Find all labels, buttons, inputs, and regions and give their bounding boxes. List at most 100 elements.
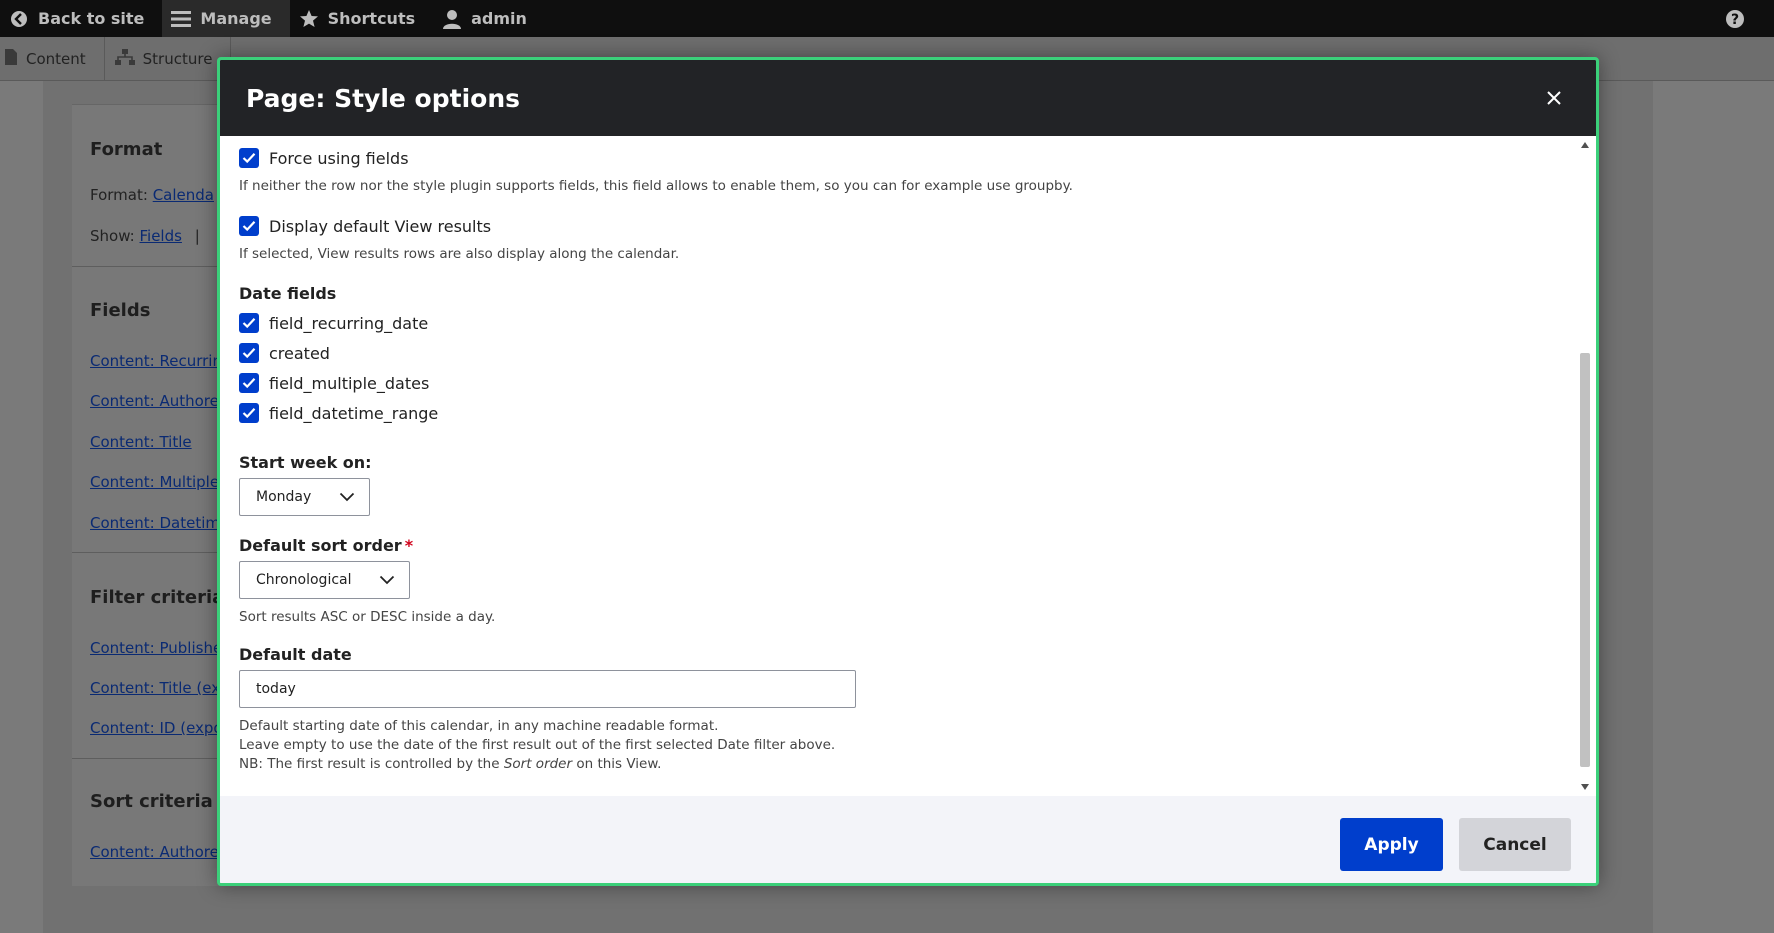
bg-field-link[interactable]: Content: Authore <box>90 392 219 410</box>
bg-filter-title: Filter criteria <box>90 587 225 608</box>
manage-label: Manage <box>200 9 272 28</box>
bg-filter-link[interactable]: Content: Title (ex <box>90 679 220 697</box>
bg-format-label: Format: <box>90 186 148 204</box>
bg-format-row: Format: Calenda <box>90 186 214 204</box>
style-options-dialog: Page: Style options Force using fields I… <box>217 57 1599 886</box>
dialog-footer: Apply Cancel <box>220 796 1596 883</box>
default-date-desc-line: Default starting date of this calendar, … <box>239 718 719 734</box>
default-date-description: Default starting date of this calendar, … <box>239 717 1559 774</box>
default-date-input[interactable] <box>239 670 856 708</box>
back-to-site-link[interactable]: Back to site <box>0 0 162 37</box>
date-field-checkbox[interactable] <box>239 403 259 423</box>
date-field-label: created <box>269 343 330 363</box>
tray-content-link[interactable]: Content <box>0 36 105 81</box>
sort-order-select[interactable]: Chronological <box>239 561 410 599</box>
check-icon <box>242 408 256 419</box>
date-field-checkbox[interactable] <box>239 343 259 363</box>
check-icon <box>242 153 256 164</box>
back-arrow-icon <box>8 8 30 30</box>
tray-structure-link[interactable]: Structure <box>105 36 232 81</box>
scroll-thumb[interactable] <box>1580 353 1590 767</box>
start-week-select[interactable]: Monday <box>239 478 370 516</box>
sort-order-label-row: Default sort order * <box>239 536 1559 555</box>
check-icon <box>242 318 256 329</box>
svg-text:?: ? <box>1731 12 1739 28</box>
scroll-up-icon[interactable] <box>1581 142 1589 148</box>
chevron-down-icon <box>339 492 355 502</box>
admin-toolbar: Back to site Manage Shortcuts admin ? <box>0 0 1774 37</box>
default-date-desc-line: Leave empty to use the date of the first… <box>239 737 836 753</box>
tray-content-label: Content <box>26 49 86 68</box>
help-button[interactable]: ? <box>1716 0 1764 37</box>
bg-field-link[interactable]: Content: Recurrin <box>90 352 222 370</box>
bg-field-link[interactable]: Content: Title <box>90 433 192 451</box>
close-button[interactable] <box>1542 86 1566 110</box>
hamburger-icon <box>170 8 192 30</box>
force-fields-checkbox[interactable] <box>239 148 259 168</box>
force-fields-checkbox-row[interactable]: Force using fields <box>239 148 1559 168</box>
bg-fields-title: Fields <box>90 300 151 321</box>
apply-button[interactable]: Apply <box>1340 818 1443 871</box>
manage-tab[interactable]: Manage <box>162 0 290 37</box>
bg-filter-link[interactable]: Content: ID (expo <box>90 719 223 737</box>
date-field-label: field_recurring_date <box>269 313 429 333</box>
force-fields-description: If neither the row nor the style plugin … <box>239 178 1073 194</box>
tray-structure-label: Structure <box>142 49 213 68</box>
bg-sort-link[interactable]: Content: Authore <box>90 843 219 861</box>
date-fields-title: Date fields <box>239 284 337 303</box>
help-icon: ? <box>1724 8 1746 30</box>
bg-show-label: Show: <box>90 227 135 245</box>
date-field-checkbox[interactable] <box>239 313 259 333</box>
date-field-checkbox-row[interactable]: field_multiple_dates <box>239 373 1559 393</box>
date-field-label: field_multiple_dates <box>269 373 430 393</box>
display-default-description: If selected, View results rows are also … <box>239 246 680 262</box>
shortcuts-label: Shortcuts <box>327 9 416 28</box>
bg-show-row: Show: Fields | <box>90 227 200 245</box>
date-field-checkbox-row[interactable]: created <box>239 343 1559 363</box>
sort-order-value: Chronological <box>256 572 352 588</box>
bg-format-link[interactable]: Calenda <box>153 186 214 204</box>
back-to-site-label: Back to site <box>38 9 145 28</box>
file-icon <box>4 48 18 69</box>
date-field-checkbox-row[interactable]: field_recurring_date <box>239 313 1559 333</box>
sort-order-label: Default sort order <box>239 536 402 555</box>
display-default-checkbox[interactable] <box>239 216 259 236</box>
user-tab[interactable]: admin <box>433 0 545 37</box>
shortcuts-tab[interactable]: Shortcuts <box>290 0 434 37</box>
bg-field-link[interactable]: Content: Datetim <box>90 514 220 532</box>
bg-show-link[interactable]: Fields <box>140 227 182 245</box>
display-default-label: Display default View results <box>269 216 492 236</box>
check-icon <box>242 348 256 359</box>
bg-divider <box>72 266 222 267</box>
bg-separator: | <box>194 227 200 245</box>
start-week-label: Start week on: <box>239 453 372 472</box>
bg-field-link[interactable]: Content: Multiple <box>90 473 219 491</box>
start-week-value: Monday <box>256 489 312 505</box>
scroll-down-icon[interactable] <box>1581 784 1589 790</box>
required-marker: * <box>404 536 414 555</box>
default-date-desc-line: NB: The first result is controlled by th… <box>239 755 1559 774</box>
nb-text: NB: The first result is controlled by th… <box>239 756 504 772</box>
display-default-checkbox-row[interactable]: Display default View results <box>239 216 1559 236</box>
bg-divider <box>72 552 222 553</box>
date-field-checkbox[interactable] <box>239 373 259 393</box>
user-label: admin <box>471 9 527 28</box>
structure-icon <box>114 48 135 69</box>
default-date-label: Default date <box>239 645 352 664</box>
bg-filter-link[interactable]: Content: Publishe <box>90 639 222 657</box>
dialog-title: Page: Style options <box>246 83 520 113</box>
date-field-label: field_datetime_range <box>269 403 439 423</box>
date-field-checkbox-row[interactable]: field_datetime_range <box>239 403 1559 423</box>
star-icon <box>298 8 320 30</box>
check-icon <box>242 221 256 232</box>
chevron-down-icon <box>379 575 395 585</box>
bg-divider <box>72 758 222 759</box>
sort-order-emphasis: Sort order <box>503 756 573 772</box>
dialog-scrollbar[interactable] <box>1578 138 1592 794</box>
dialog-header: Page: Style options <box>220 60 1596 136</box>
sort-order-description: Sort results ASC or DESC inside a day. <box>239 609 496 625</box>
force-fields-label: Force using fields <box>269 148 409 168</box>
cancel-button[interactable]: Cancel <box>1459 818 1571 871</box>
nb-text-end: on this View. <box>572 756 662 772</box>
check-icon <box>242 378 256 389</box>
